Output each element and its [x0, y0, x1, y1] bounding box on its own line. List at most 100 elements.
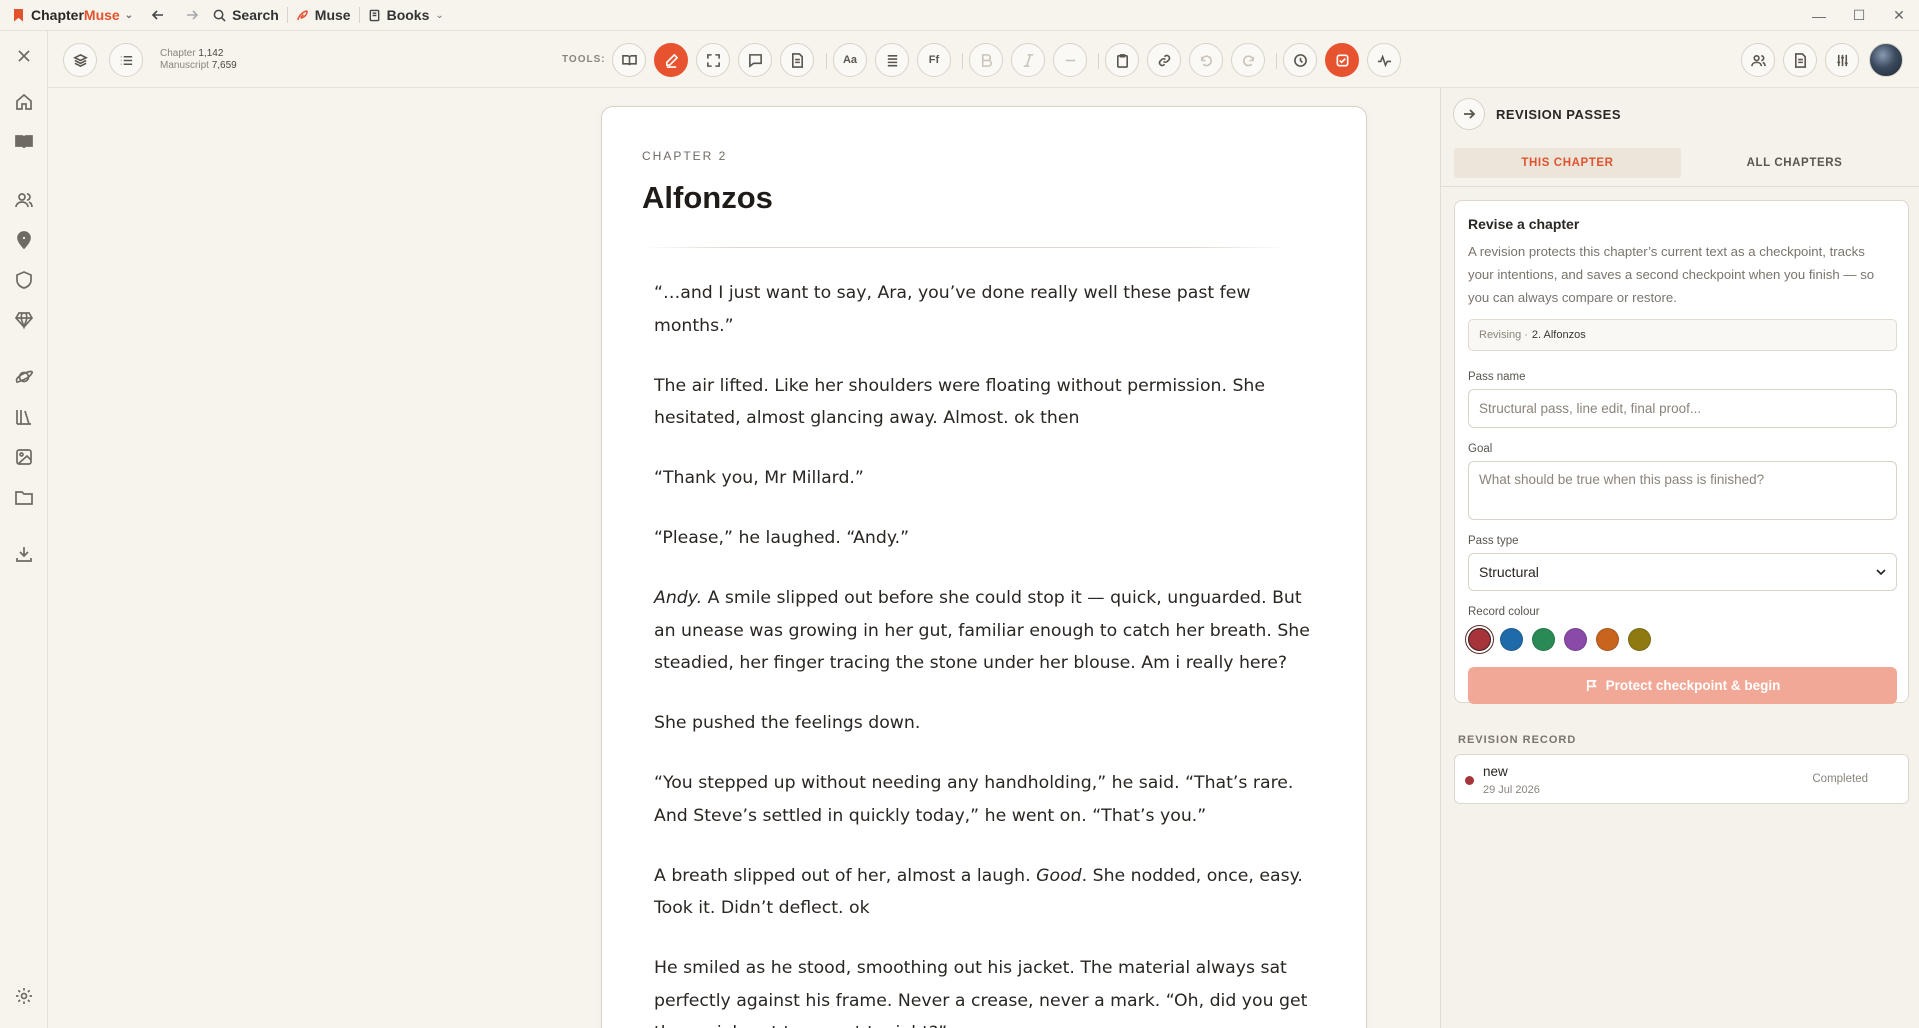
chapter-title[interactable]: Alfonzos	[642, 180, 773, 216]
colour-swatch[interactable]	[1596, 628, 1619, 651]
revision-passes-panel: REVISION PASSES THIS CHAPTER ALL CHAPTER…	[1440, 88, 1919, 1028]
folder-icon[interactable]	[13, 486, 35, 508]
chapter-count-label: Chapter	[160, 48, 196, 59]
read-mode-button[interactable]	[612, 43, 646, 77]
revision-record-label: REVISION RECORD	[1458, 734, 1577, 746]
library-icon[interactable]	[13, 406, 35, 428]
minimize-icon[interactable]: —	[1799, 0, 1839, 31]
collaborators-button[interactable]	[1741, 43, 1775, 77]
chevron-down-icon[interactable]: ⌄	[125, 10, 133, 21]
write-mode-button[interactable]	[654, 43, 688, 77]
chapter-text[interactable]: “…and I just want to say, Ara, you’ve do…	[654, 277, 1314, 1028]
user-avatar[interactable]	[1869, 43, 1903, 77]
download-icon[interactable]	[13, 543, 35, 565]
layers-button[interactable]	[63, 43, 97, 77]
collapse-panel-button[interactable]	[1453, 98, 1485, 130]
paragraph[interactable]: A breath slipped out of her, almost a la…	[654, 860, 1314, 925]
colour-swatch[interactable]	[1500, 628, 1523, 651]
tab-all-chapters[interactable]: ALL CHAPTERS	[1681, 148, 1908, 178]
export-document-button[interactable]	[1783, 43, 1817, 77]
paragraph[interactable]: Andy. A smile slipped out before she cou…	[654, 582, 1314, 680]
font-button[interactable]: Aa	[833, 43, 867, 77]
home-icon[interactable]	[13, 91, 35, 113]
colour-swatch[interactable]	[1532, 628, 1555, 651]
chevron-down-icon[interactable]: ⌄	[435, 10, 443, 21]
paragraph[interactable]: She pushed the feelings down.	[654, 707, 1314, 740]
forward-arrow-icon[interactable]	[185, 8, 199, 22]
close-icon[interactable]	[13, 45, 35, 67]
bold-button[interactable]	[969, 43, 1003, 77]
clock-icon	[1293, 53, 1307, 67]
panel-header: REVISION PASSES	[1441, 88, 1919, 140]
colour-swatch[interactable]	[1468, 628, 1491, 651]
characters-icon[interactable]	[13, 189, 35, 211]
redo-button[interactable]	[1231, 43, 1265, 77]
app-brand[interactable]: Chapter Muse ⌄	[14, 7, 133, 23]
clipboard-button[interactable]	[1105, 43, 1139, 77]
paragraph[interactable]: The air lifted. Like her shoulders were …	[654, 370, 1314, 435]
books-nav[interactable]: Books ⌄	[368, 7, 444, 23]
clipboard-icon	[1116, 53, 1128, 68]
location-pin-icon[interactable]	[13, 229, 35, 251]
italic-button[interactable]	[1011, 43, 1045, 77]
revise-chapter-card: Revise a chapter A revision protects thi…	[1454, 200, 1909, 704]
italic-text: Andy.	[654, 588, 703, 608]
manuscript-page[interactable]: CHAPTER 2 Alfonzos “…and I just want to …	[601, 106, 1367, 1028]
bold-icon	[981, 53, 992, 67]
settings-gear-icon[interactable]	[13, 985, 35, 1007]
align-button[interactable]	[875, 43, 909, 77]
left-rail	[0, 31, 48, 1028]
format-button[interactable]: Ff	[917, 43, 951, 77]
paragraph-text: A breath slipped out of her, almost a la…	[654, 865, 1037, 886]
manuscript-count: 7,659	[211, 60, 237, 71]
paragraph[interactable]: “…and I just want to say, Ara, you’ve do…	[654, 277, 1314, 342]
word-counts: Chapter 1,142 Manuscript 7,659	[160, 48, 237, 72]
muse-nav[interactable]: Muse	[296, 7, 351, 23]
notes-button[interactable]	[780, 43, 814, 77]
search-label: Search	[232, 7, 279, 23]
paragraph[interactable]: “Thank you, Mr Millard.”	[654, 462, 1314, 495]
outline-button[interactable]	[109, 43, 143, 77]
maximize-icon[interactable]: ☐	[1839, 0, 1879, 31]
image-icon[interactable]	[13, 446, 35, 468]
paragraph[interactable]: “You stepped up without needing any hand…	[654, 767, 1314, 832]
dash-button[interactable]	[1053, 43, 1087, 77]
muse-label: Muse	[314, 7, 351, 23]
record-colour-dot	[1465, 776, 1474, 785]
tab-this-chapter[interactable]: THIS CHAPTER	[1454, 148, 1681, 178]
record-colour-label: Record colour	[1468, 606, 1540, 618]
paragraph[interactable]: He smiled as he stood, smoothing out his…	[654, 952, 1314, 1028]
link-button[interactable]	[1147, 43, 1181, 77]
tools-label: TOOLS:	[562, 54, 606, 65]
editor-settings-button[interactable]	[1825, 43, 1859, 77]
protect-checkpoint-button[interactable]: Protect checkpoint & begin	[1468, 667, 1897, 704]
history-button[interactable]	[1283, 43, 1317, 77]
pass-type-select[interactable]: Structural	[1468, 553, 1897, 591]
colour-swatch[interactable]	[1564, 628, 1587, 651]
search-nav[interactable]: Search	[213, 7, 279, 23]
revising-value: 2. Alfonzos	[1531, 329, 1586, 341]
shield-icon[interactable]	[13, 269, 35, 291]
protect-label: Protect checkpoint & begin	[1605, 678, 1781, 693]
card-title: Revise a chapter	[1468, 216, 1580, 232]
italic-text: Good	[1036, 865, 1082, 886]
undo-button[interactable]	[1189, 43, 1223, 77]
goal-input[interactable]	[1468, 461, 1897, 520]
gem-icon[interactable]	[13, 309, 35, 331]
pulse-button[interactable]	[1367, 43, 1401, 77]
focus-mode-button[interactable]	[696, 43, 730, 77]
paragraph[interactable]: “Please,” he laughed. “Andy.”	[654, 522, 1314, 555]
pass-name-input[interactable]	[1468, 389, 1897, 428]
comments-button[interactable]	[738, 43, 772, 77]
back-arrow-icon[interactable]	[151, 8, 165, 22]
open-book-icon[interactable]	[13, 131, 35, 153]
planet-icon[interactable]	[13, 366, 35, 388]
divider	[286, 7, 288, 23]
colour-swatch[interactable]	[1628, 628, 1651, 651]
revision-record-item[interactable]: new 29 Jul 2026 Completed	[1454, 754, 1909, 804]
card-description: A revision protects this chapter’s curre…	[1468, 244, 1875, 305]
close-window-icon[interactable]: ✕	[1879, 0, 1919, 31]
revising-chapter-field: Revising · 2. Alfonzos	[1468, 319, 1897, 351]
book-open-icon	[621, 54, 637, 65]
revision-passes-button[interactable]	[1325, 43, 1359, 77]
